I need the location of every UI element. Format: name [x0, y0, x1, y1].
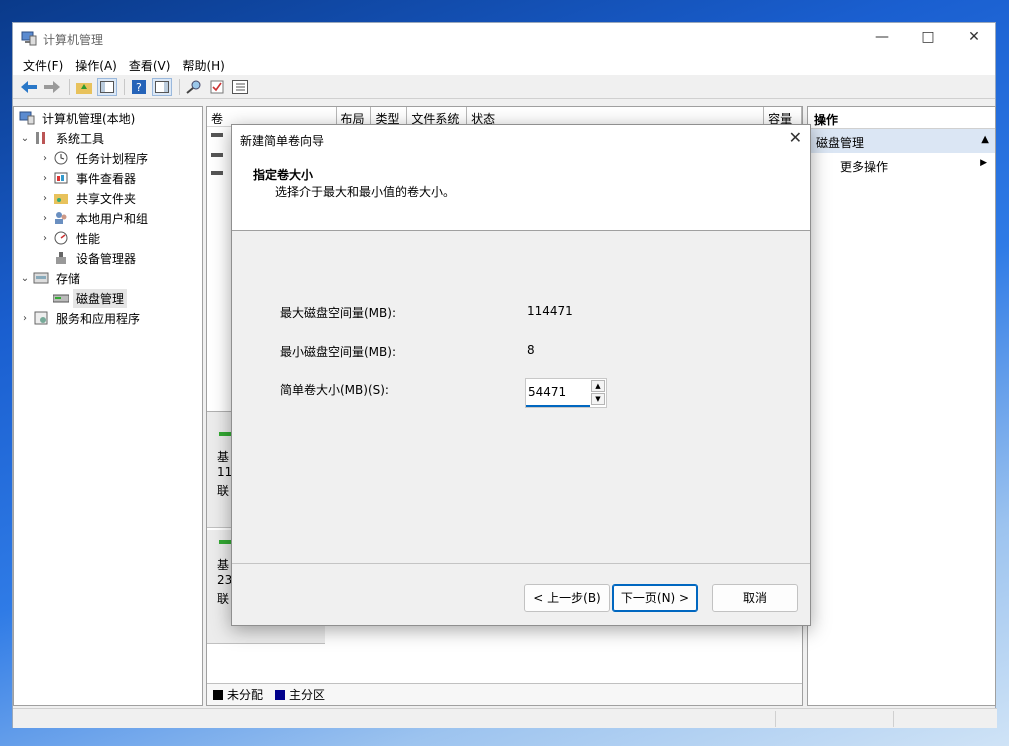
properties-icon[interactable] [230, 78, 250, 96]
connect-icon[interactable] [184, 78, 204, 96]
services-icon [32, 310, 50, 326]
minimize-button[interactable]: — [859, 23, 905, 53]
volume-size-spinner: ▲ ▼ [525, 378, 607, 408]
collapse-triangle-icon[interactable]: ▲ [981, 134, 989, 145]
submenu-arrow-icon: ▶ [980, 158, 987, 168]
actions-section-disk-management[interactable]: 磁盘管理 ▲ [808, 129, 995, 153]
spin-down-icon[interactable]: ▼ [591, 393, 605, 405]
title-bar: 计算机管理 — □ ✕ [13, 23, 995, 53]
volume-row-icon [211, 153, 223, 157]
toolbar-separator [69, 78, 70, 95]
chevron-down-icon[interactable]: ⌄ [18, 133, 32, 144]
storage-icon [32, 270, 50, 286]
spin-up-icon[interactable]: ▲ [591, 380, 605, 392]
tree-root[interactable]: 计算机管理(本地) [18, 108, 138, 128]
back-arrow-icon[interactable] [19, 78, 39, 96]
menu-bar: 文件(F) 操作(A) 查看(V) 帮助(H) [13, 53, 995, 75]
dialog-title: 新建简单卷向导 [240, 134, 325, 148]
status-bar [13, 708, 997, 728]
tree-item-task-scheduler[interactable]: › 任务计划程序 [38, 148, 151, 168]
status-segment [775, 711, 776, 727]
actions-header: 操作 [808, 107, 995, 129]
tree-services[interactable]: › 服务和应用程序 [18, 308, 143, 328]
tree-item-disk-management[interactable]: 磁盘管理 [52, 288, 128, 308]
help-icon[interactable]: ? [129, 78, 149, 96]
tree-item-performance[interactable]: › 性能 [38, 228, 103, 248]
disk-icon [219, 432, 231, 436]
tree-storage[interactable]: ⌄ 存储 [18, 268, 83, 288]
status-segment [893, 711, 894, 727]
dialog-header: 指定卷大小 选择介于最大和最小值的卷大小。 [232, 153, 810, 231]
chevron-right-icon[interactable]: › [38, 173, 52, 184]
actions-pane: 操作 磁盘管理 ▲ 更多操作 ▶ [807, 106, 996, 706]
volume-row-icon [211, 171, 223, 175]
event-viewer-icon [52, 170, 70, 186]
dialog-separator [232, 563, 810, 564]
chevron-right-icon[interactable]: › [38, 233, 52, 244]
disk-icon [52, 290, 70, 306]
min-space-value: 8 [527, 343, 535, 357]
dialog-heading: 指定卷大小 [253, 168, 314, 182]
computer-management-icon [21, 31, 37, 46]
chevron-right-icon[interactable]: › [38, 153, 52, 164]
dialog-close-icon[interactable]: ✕ [789, 128, 802, 147]
clock-icon [52, 150, 70, 166]
forward-arrow-icon[interactable] [42, 78, 62, 96]
tree-item-event-viewer[interactable]: › 事件查看器 [38, 168, 139, 188]
show-console-tree-icon[interactable] [97, 77, 117, 96]
new-simple-volume-wizard: 新建简单卷向导 ✕ 指定卷大小 选择介于最大和最小值的卷大小。 最大磁盘空间量(… [231, 124, 811, 626]
device-manager-icon [52, 250, 70, 266]
min-space-label: 最小磁盘空间量(MB): [280, 345, 396, 359]
dialog-title-bar: 新建简单卷向导 ✕ [232, 125, 810, 153]
menu-view[interactable]: 查看(V) [123, 53, 177, 75]
computer-management-icon [18, 110, 36, 126]
cancel-button[interactable]: 取消 [712, 584, 798, 612]
tree-item-device-manager[interactable]: 设备管理器 [52, 248, 139, 268]
toolbar: ? [13, 75, 995, 99]
volume-row-icon [211, 133, 223, 137]
tree-item-local-users[interactable]: › 本地用户和组 [38, 208, 151, 228]
chevron-down-icon[interactable]: ⌄ [18, 273, 32, 284]
menu-help[interactable]: 帮助(H) [176, 53, 230, 75]
chevron-right-icon[interactable]: › [38, 193, 52, 204]
toolbar-separator [179, 78, 180, 95]
menu-file[interactable]: 文件(F) [17, 53, 69, 75]
volume-size-label: 简单卷大小(MB)(S): [280, 383, 389, 397]
legend-unallocated-swatch [213, 689, 223, 700]
legend-unallocated-label: 未分配 [227, 688, 264, 702]
tree-item-shared-folders[interactable]: › 共享文件夹 [38, 188, 139, 208]
legend-primary-label: 主分区 [289, 688, 326, 702]
toolbar-separator [124, 78, 125, 95]
svg-text:?: ? [136, 81, 142, 94]
disk-icon [219, 540, 231, 544]
chevron-right-icon[interactable]: › [18, 313, 32, 324]
back-button[interactable]: < 上一步(B) [524, 584, 610, 612]
window-title: 计算机管理 [43, 33, 104, 47]
legend-bar: 未分配 主分区 [207, 683, 802, 705]
max-space-value: 114471 [527, 304, 573, 318]
performance-icon [52, 230, 70, 246]
check-icon[interactable] [207, 78, 227, 96]
show-action-pane-icon[interactable] [152, 77, 172, 96]
close-button[interactable]: ✕ [951, 23, 997, 53]
dialog-subheading: 选择介于最大和最小值的卷大小。 [275, 185, 456, 199]
chevron-right-icon[interactable]: › [38, 213, 52, 224]
maximize-button[interactable]: □ [905, 23, 951, 53]
more-actions[interactable]: 更多操作 ▶ [808, 153, 995, 177]
legend-primary-swatch [275, 689, 286, 700]
tools-icon [32, 130, 50, 146]
next-button[interactable]: 下一页(N) > [612, 584, 698, 612]
users-icon [52, 210, 70, 226]
tree-system-tools[interactable]: ⌄ 系统工具 [18, 128, 107, 148]
menu-action[interactable]: 操作(A) [69, 53, 123, 75]
max-space-label: 最大磁盘空间量(MB): [280, 306, 396, 320]
up-folder-icon[interactable] [74, 78, 94, 96]
shared-folder-icon [52, 190, 70, 206]
volume-size-input[interactable] [526, 379, 590, 407]
console-tree: 计算机管理(本地) ⌄ 系统工具 › 任务计划程序 › 事件查看器 › 共享文件… [13, 106, 203, 706]
